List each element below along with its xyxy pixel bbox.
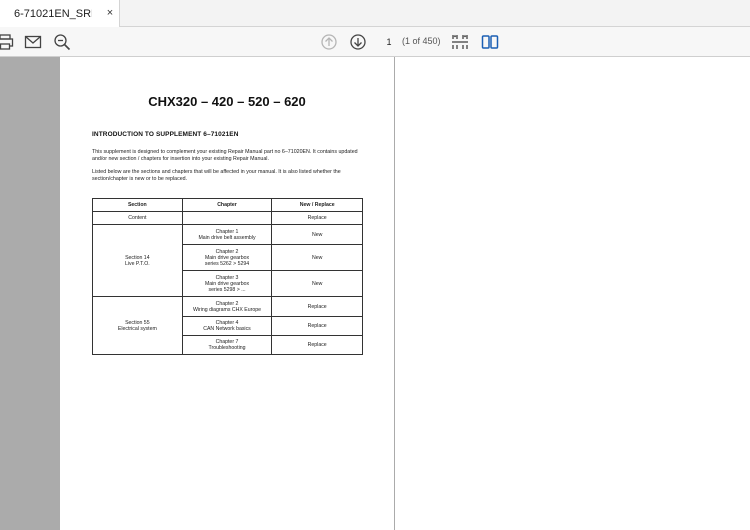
fit-page-icon[interactable] [451, 33, 469, 51]
section-name: Live P.T.O. [124, 260, 150, 267]
two-page-view-icon[interactable] [481, 33, 499, 51]
chapter-cell: Chapter 7 Troubleshooting [181, 335, 273, 355]
tab-bar: 6-71021EN_SRM_C... × [0, 0, 750, 27]
document-tab[interactable]: 6-71021EN_SRM_C... × [0, 0, 120, 27]
chapter-series: series 5298 > ... [208, 286, 246, 293]
status-cell: Replace [271, 335, 363, 355]
chapter-cell: Chapter 2 Main drive gearbox series 5262… [181, 244, 273, 271]
status-cell: Replace [271, 316, 363, 336]
section-cell: Section 55 Electrical system [92, 296, 183, 355]
header-chapter: Chapter [181, 198, 273, 212]
email-icon[interactable] [24, 33, 42, 51]
tab-title: 6-71021EN_SRM_C... [14, 7, 92, 20]
page-number-input[interactable] [376, 34, 402, 50]
chapter-cell: Chapter 3 Main drive gearbox series 5298… [181, 270, 273, 297]
chapter-cell: Chapter 2 Wiring diagrams CHX Europe [181, 296, 273, 317]
previous-page-icon[interactable] [320, 33, 338, 51]
table-header-row: Section Chapter New / Replace [92, 198, 363, 212]
chapter-title: Wiring diagrams CHX Europe [192, 306, 262, 313]
chapter-cell: Chapter 4 CAN Network basics [181, 316, 273, 336]
document-page-1: CHX320 – 420 – 520 – 620 INTRODUCTION TO… [60, 57, 394, 530]
header-section: Section [92, 198, 183, 212]
header-status: New / Replace [271, 198, 363, 212]
print-icon[interactable] [0, 33, 14, 51]
table-row: Section 14 Live P.T.O. Chapter 1 Main dr… [92, 224, 363, 297]
list-paragraph: Listed below are the sections and chapte… [92, 169, 341, 182]
document-heading: INTRODUCTION TO SUPPLEMENT 6–71021EN [92, 131, 239, 138]
document-title: CHX320 – 420 – 520 – 620 [148, 94, 306, 109]
status-cell: New [271, 224, 363, 245]
chapter-cell [181, 211, 273, 225]
chapter-title: Troubleshooting [208, 345, 246, 351]
next-page-icon[interactable] [349, 33, 367, 51]
sections-table: Section Chapter New / Replace Content Re… [92, 198, 363, 355]
status-cell: New [271, 244, 363, 271]
section-cell: Content [92, 211, 183, 225]
status-cell: Replace [271, 296, 363, 317]
table-row: Content Replace [92, 211, 363, 225]
chapter-cell: Chapter 1 Main drive belt assembly [181, 224, 273, 245]
section-name: Electrical system [117, 325, 157, 332]
intro-paragraph: This supplement is designed to complemen… [92, 149, 358, 162]
chapter-title: Main drive belt assembly [198, 234, 256, 241]
document-page-2 [395, 57, 750, 530]
close-tab-icon[interactable]: × [104, 7, 116, 19]
zoom-out-icon[interactable] [53, 33, 71, 51]
chapter-title: CAN Network basics [203, 326, 251, 332]
page-count: (1 of 450) [402, 36, 441, 46]
status-cell: Replace [271, 211, 363, 225]
chapter-series: series 5262 > 5294 [204, 260, 250, 267]
toolbar: (1 of 450) [0, 27, 750, 57]
table-row: Section 55 Electrical system Chapter 2 W… [92, 296, 363, 355]
status-cell: New [271, 270, 363, 297]
section-cell: Section 14 Live P.T.O. [92, 224, 183, 297]
